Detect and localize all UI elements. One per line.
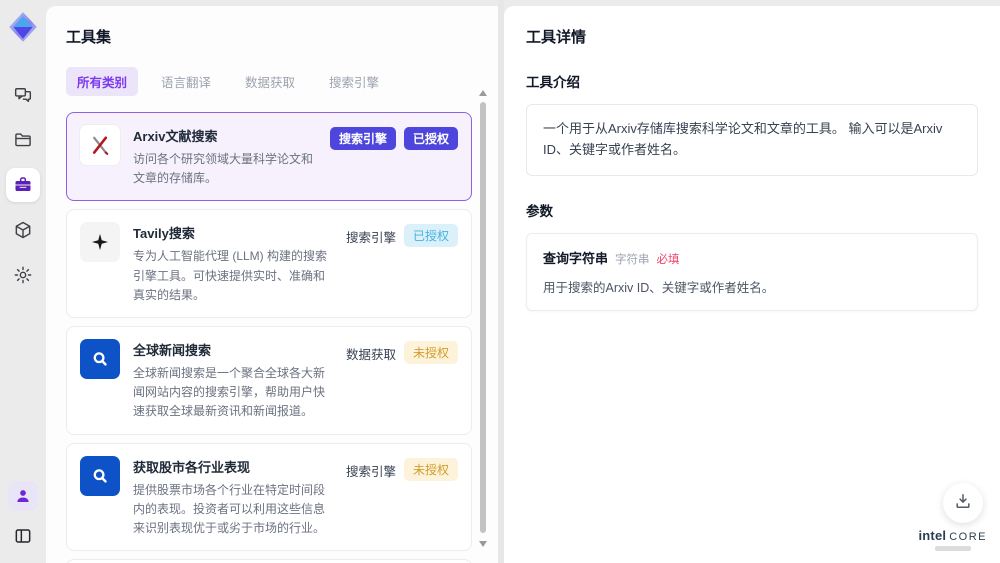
sidebar-item-collapse[interactable]: [6, 519, 40, 553]
app-window: 工具集 所有类别 语言翻译 数据获取 搜索引擎 Arxiv文献搜索 访问各个研究…: [0, 0, 1000, 563]
magnifier-blue-icon: [80, 455, 120, 496]
chat-icon: [13, 85, 33, 105]
sidebar-bottom: [6, 481, 40, 563]
tab-language-translation[interactable]: 语言翻译: [150, 67, 222, 96]
tab-data-fetch[interactable]: 数据获取: [234, 67, 306, 96]
auth-badge-unauthorized: 未授权: [403, 340, 458, 364]
tool-list-panel: 工具集 所有类别 语言翻译 数据获取 搜索引擎 Arxiv文献搜索 访问各个研究…: [46, 6, 498, 563]
parameter-required-flag: 必填: [656, 253, 680, 266]
tool-description: 专为人工智能代理 (LLM) 构建的搜索引擎工具。可快速提供实时、准确和真实的结…: [133, 249, 328, 302]
tool-card-global-news[interactable]: 全球新闻搜索 全球新闻搜索是一个聚合全球各大新闻网站内容的搜索引擎，帮助用户快速…: [66, 325, 472, 435]
auth-badge-unauthorized: 未授权: [403, 457, 458, 481]
page-title: 工具集: [66, 29, 112, 46]
download-button[interactable]: [943, 483, 983, 523]
tool-description: 访问各个研究领域大量科学论文和文章的存储库。: [133, 152, 314, 186]
tool-intro-text: 一个用于从Arxiv存储库搜索科学论文和文章的工具。 输入可以是Arxiv ID…: [526, 104, 978, 176]
app-logo gem-logo-icon: [6, 10, 40, 44]
folder-icon: [13, 130, 33, 150]
parameter-card: 查询字符串 字符串 必填 用于搜索的Arxiv ID、关键字或作者姓名。: [526, 232, 978, 311]
params-heading: 参数: [526, 203, 553, 219]
tool-title: Tavily搜索: [133, 226, 195, 242]
scrollbar-thumb[interactable]: [480, 102, 486, 533]
scroll-up-arrow-icon[interactable]: [479, 90, 487, 96]
cube-icon: [13, 220, 33, 240]
toolbox-icon: [13, 175, 33, 195]
tool-detail-panel: 工具详情 工具介绍 一个用于从Arxiv存储库搜索科学论文和文章的工具。 输入可…: [504, 6, 1000, 563]
tool-card-sector-performance[interactable]: 获取股市各行业表现 提供股票市场各个行业在特定时间段内的表现。投资者可以利用这些…: [66, 442, 472, 552]
parameter-description: 用于搜索的Arxiv ID、关键字或作者姓名。: [543, 280, 775, 295]
magnifier-blue-icon: [80, 338, 120, 379]
auth-badge-authorized: 已授权: [403, 127, 458, 150]
category-label: 搜索引擎: [345, 464, 396, 479]
tool-title: 获取股市各行业表现: [133, 459, 251, 475]
tab-search-engine[interactable]: 搜索引擎: [318, 67, 390, 96]
category-label: 数据获取: [345, 347, 396, 362]
panel-toggle-icon: [13, 526, 33, 546]
tavily-star-icon: [80, 222, 120, 263]
sidebar-item-settings[interactable]: [6, 258, 40, 292]
user-icon: [14, 487, 32, 505]
auth-badge-authorized: 已授权: [403, 224, 458, 248]
tool-card-active-stocks[interactable]: 获取市场最活跃股票信息 提供当天交易量最高的股票列表。投资者可以利用这些信息来识…: [66, 559, 472, 563]
sidebar: [0, 0, 46, 563]
intel-core-badge: intel CORE: [918, 528, 987, 551]
list-scrollbar[interactable]: [479, 90, 487, 557]
tool-card-arxiv[interactable]: Arxiv文献搜索 访问各个研究领域大量科学论文和文章的存储库。 搜索引擎 已授…: [66, 112, 472, 202]
intel-logo-text: intel: [918, 528, 947, 543]
sidebar-nav: [6, 78, 40, 292]
sidebar-item-models[interactable]: [6, 213, 40, 247]
tool-card-tavily[interactable]: Tavily搜索 专为人工智能代理 (LLM) 构建的搜索引擎工具。可快速提供实…: [66, 209, 472, 318]
tool-title: Arxiv文献搜索: [133, 129, 218, 144]
sidebar-item-files[interactable]: [6, 123, 40, 157]
tool-description: 全球新闻搜索是一个聚合全球各大新闻网站内容的搜索引擎，帮助用户快速获取全球最新资…: [133, 365, 326, 419]
category-tabs: 所有类别 语言翻译 数据获取 搜索引擎: [66, 67, 472, 96]
sidebar-item-account[interactable]: [8, 481, 38, 511]
detail-panel-title: 工具详情: [526, 29, 587, 46]
arxiv-icon: [80, 125, 120, 165]
sidebar-item-toolbox[interactable]: [6, 168, 40, 202]
sidebar-item-chat[interactable]: [6, 78, 40, 112]
tool-title: 全球新闻搜索: [133, 342, 212, 358]
intel-core-text: CORE: [949, 531, 987, 543]
tool-description: 提供股票市场各个行业在特定时间段内的表现。投资者可以利用这些信息来识别表现优于或…: [133, 482, 326, 535]
tab-all-categories[interactable]: 所有类别: [66, 67, 139, 96]
intro-heading: 工具介绍: [526, 75, 580, 90]
scroll-down-arrow-icon[interactable]: [479, 541, 487, 547]
parameter-name: 查询字符串: [543, 250, 609, 266]
category-badge: 搜索引擎: [329, 127, 396, 150]
category-label: 搜索引擎: [345, 231, 396, 246]
download-icon: [953, 491, 973, 516]
parameter-type: 字符串: [615, 253, 650, 266]
intel-badge-subtext: [934, 546, 971, 551]
settings-gear-icon: [13, 265, 33, 285]
tool-list: Arxiv文献搜索 访问各个研究领域大量科学论文和文章的存储库。 搜索引擎 已授…: [66, 112, 472, 563]
